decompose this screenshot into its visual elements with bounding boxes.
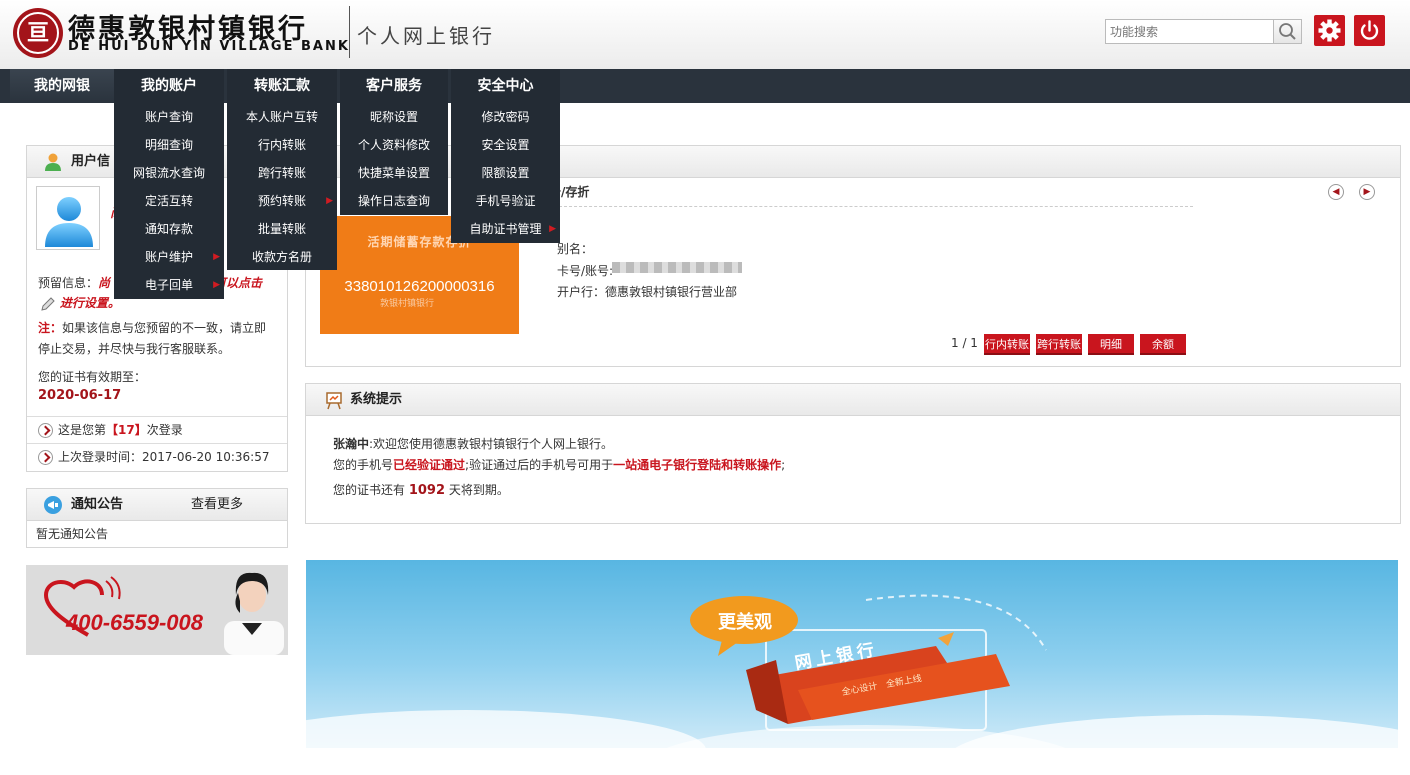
login-count-row: 这是您第【17】次登录 — [27, 416, 287, 443]
promo-banner[interactable]: 更美观 网上银行 全心设计 全新上线 — [306, 560, 1398, 748]
logo-divider — [349, 6, 350, 58]
security-notice: 注：如果该信息与您预留的不一致，请立即停止交易，并尽快与我行客服联系。 — [38, 321, 267, 356]
menu-item-inter-transfer[interactable]: 跨行转账 — [227, 159, 337, 187]
welcome-line: 张瀚中:欢迎您使用德惠敦银村镇银行个人网上银行。 — [333, 437, 614, 451]
menu-item-notice-deposit[interactable]: 通知存款 — [114, 215, 224, 243]
menu-security-center: 修改密码 安全设置 限额设置 手机号验证 自助证书管理 ▶ — [451, 103, 560, 243]
menu-item-phone-verify[interactable]: 手机号验证 — [451, 187, 560, 215]
menu-item-nickname[interactable]: 昵称设置 — [340, 103, 448, 131]
easel-icon — [326, 392, 342, 410]
search-icon — [1279, 23, 1296, 40]
avatar — [36, 186, 100, 250]
menu-my-account: 账户查询 明细查询 网银流水查询 定活互转 通知存款 账户维护 ▶ 电子回单 ▶ — [114, 103, 224, 299]
cert-expiry-line: 您的证书还有 1092 天将到期。 — [333, 483, 509, 498]
menu-transfer: 本人账户互转 行内转账 跨行转账 预约转账 ▶ 批量转账 收款方名册 — [227, 103, 337, 270]
balance-button[interactable]: 余额 — [1140, 334, 1186, 355]
reserved-info-set[interactable]: 进行设置。 — [40, 294, 120, 312]
search-input[interactable] — [1105, 19, 1274, 44]
notice-panel: 通知公告 查看更多 暂无通知公告 — [26, 488, 288, 548]
hotline-number: 400-6559-008 — [66, 610, 204, 635]
hotline-banner[interactable]: 400-6559-008 — [26, 565, 288, 655]
gear-icon — [1318, 19, 1341, 42]
submenu-arrow-icon: ▶ — [213, 280, 220, 290]
alias-label: 别名： — [557, 242, 594, 256]
chevron-left-icon: ◀ — [1332, 187, 1340, 197]
chevron-right-icon: ▶ — [1363, 187, 1371, 197]
menu-item-intra-transfer[interactable]: 行内转账 — [227, 131, 337, 159]
menu-item-cert-management[interactable]: 自助证书管理 ▶ — [451, 215, 560, 243]
menu-item-account-query[interactable]: 账户查询 — [114, 103, 224, 131]
no-notice-text: 暂无通知公告 — [36, 527, 109, 541]
user-icon — [45, 153, 61, 171]
details-button[interactable]: 明细 — [1088, 334, 1134, 355]
announcement-icon — [44, 496, 62, 514]
nav-customer-service[interactable]: 客户服务 — [340, 69, 448, 103]
bank-name-en: DE HUI DUN YIN VILLAGE BANK — [68, 39, 350, 54]
logout-button[interactable] — [1354, 15, 1385, 46]
bank-logo-icon: 亘 — [13, 8, 63, 58]
nav-transfer[interactable]: 转账汇款 — [227, 69, 337, 103]
main-nav: 我的网银 我的账户 转账汇款 客户服务 安全中心 — [0, 69, 1410, 103]
account-number-label: 卡号/账号: — [557, 264, 614, 278]
menu-item-e-receipt[interactable]: 电子回单 ▶ — [114, 271, 224, 299]
cert-valid-date: 2020-06-17 — [38, 388, 122, 403]
menu-item-security-settings[interactable]: 安全设置 — [451, 131, 560, 159]
account-number-masked — [612, 262, 742, 273]
menu-item-operation-log[interactable]: 操作日志查询 — [340, 187, 448, 215]
menu-item-own-transfer[interactable]: 本人账户互转 — [227, 103, 337, 131]
service-agent-image — [224, 572, 284, 655]
system-tips-header: 系统提示 — [306, 384, 1400, 416]
notice-title: 通知公告 — [71, 497, 124, 512]
promo-bubble: 更美观 — [718, 612, 772, 633]
menu-item-fixed-demand[interactable]: 定活互转 — [114, 187, 224, 215]
menu-item-change-password[interactable]: 修改密码 — [451, 103, 560, 131]
branch-row: 开户行：德惠敦银村镇银行营业部 — [557, 285, 738, 299]
cert-valid-label: 您的证书有效期至： — [38, 370, 147, 384]
menu-item-profile[interactable]: 个人资料修改 — [340, 131, 448, 159]
menu-item-limit-settings[interactable]: 限额设置 — [451, 159, 560, 187]
menu-customer-service: 昵称设置 个人资料修改 快捷菜单设置 操作日志查询 — [340, 103, 448, 215]
power-icon — [1360, 20, 1379, 40]
menu-item-scheduled-transfer[interactable]: 预约转账 ▶ — [227, 187, 337, 215]
arrow-bullet-icon — [38, 450, 53, 465]
arrow-bullet-icon — [38, 423, 53, 438]
card-bank-mark: 敦银村镇银行 — [380, 299, 435, 309]
submenu-arrow-icon: ▶ — [326, 196, 333, 206]
submenu-arrow-icon: ▶ — [213, 252, 220, 262]
next-card-button[interactable]: ▶ — [1359, 184, 1375, 200]
settings-button[interactable] — [1314, 15, 1345, 46]
search-button[interactable] — [1273, 19, 1302, 44]
notice-more-link[interactable]: 查看更多 — [191, 489, 243, 521]
menu-item-shortcut[interactable]: 快捷菜单设置 — [340, 159, 448, 187]
menu-item-account-maintenance[interactable]: 账户维护 ▶ — [114, 243, 224, 271]
system-title: 个人网上银行 — [357, 24, 495, 48]
card-page-indicator: 1 / 1 — [951, 336, 978, 350]
last-login-row: 上次登录时间：2017-06-20 10:36:57 — [27, 443, 287, 470]
avatar-icon — [45, 197, 93, 247]
nav-my-account[interactable]: 我的账户 — [114, 69, 224, 103]
inter-bank-transfer-button[interactable]: 跨行转账 — [1036, 334, 1082, 355]
submenu-arrow-icon: ▶ — [549, 224, 556, 234]
menu-item-flow-query[interactable]: 网银流水查询 — [114, 159, 224, 187]
intra-bank-transfer-button[interactable]: 行内转账 — [984, 334, 1030, 355]
notice-header: 通知公告 查看更多 — [27, 489, 287, 521]
header: 亘 德惠敦银村镇银行 DE HUI DUN YIN VILLAGE BANK 个… — [0, 0, 1410, 69]
card-number: 338010126200000316 — [344, 278, 495, 295]
pencil-icon — [41, 296, 55, 311]
prev-card-button[interactable]: ◀ — [1328, 184, 1344, 200]
phone-verify-line: 您的手机号已经验证通过;验证通过后的手机号可用于一站通电子银行登陆和转账操作; — [333, 458, 786, 472]
nav-security-center[interactable]: 安全中心 — [451, 69, 560, 103]
card-divider — [549, 206, 1193, 207]
menu-item-payee-list[interactable]: 收款方名册 — [227, 243, 337, 271]
user-info-title: 用户信 — [71, 154, 111, 169]
menu-item-detail-query[interactable]: 明细查询 — [114, 131, 224, 159]
system-tips-panel: 系统提示 — [305, 383, 1401, 524]
system-tips-title: 系统提示 — [350, 392, 403, 407]
nav-my-ebank[interactable]: 我的网银 — [10, 69, 114, 103]
menu-item-batch-transfer[interactable]: 批量转账 — [227, 215, 337, 243]
